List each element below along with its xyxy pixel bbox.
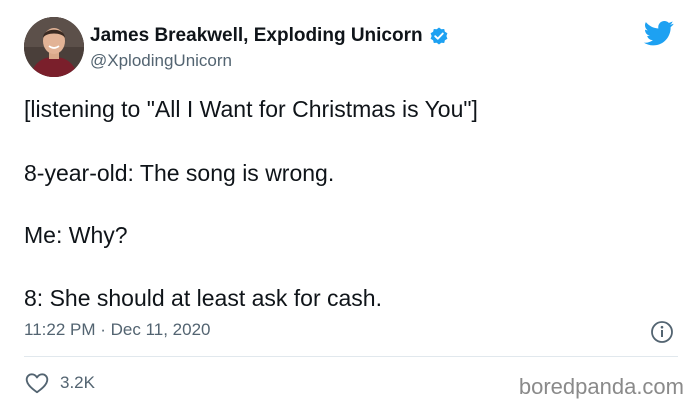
like-count: 3.2K [60,373,95,392]
like-action[interactable]: 3.2K [24,370,95,396]
tweet-timestamp[interactable]: 11:22 PM · Dec 11, 2020 [24,320,210,340]
watermark: boredpanda.com [518,374,684,399]
divider [24,356,678,357]
heart-icon[interactable] [24,370,50,396]
display-name[interactable]: James Breakwell, Exploding Unicorn [90,25,423,47]
twitter-bird-icon[interactable] [642,18,676,48]
tweet-text-line-2: 8-year-old: The song is wrong. [24,160,335,186]
tweet-text-line-4: 8: She should at least ask for cash. [24,285,382,311]
verified-badge-icon [430,27,448,45]
user-handle[interactable]: @XplodingUnicorn [90,51,232,71]
tweet-text-line-1: [listening to "All I Want for Christmas … [24,96,478,122]
profile-photo [24,17,84,77]
info-icon[interactable] [650,320,674,344]
tweet-text-line-3: Me: Why? [24,222,128,248]
avatar[interactable] [24,17,84,77]
tweet-card: James Breakwell, Exploding Unicorn @Xplo… [0,0,700,410]
name-row: James Breakwell, Exploding Unicorn [90,24,449,48]
